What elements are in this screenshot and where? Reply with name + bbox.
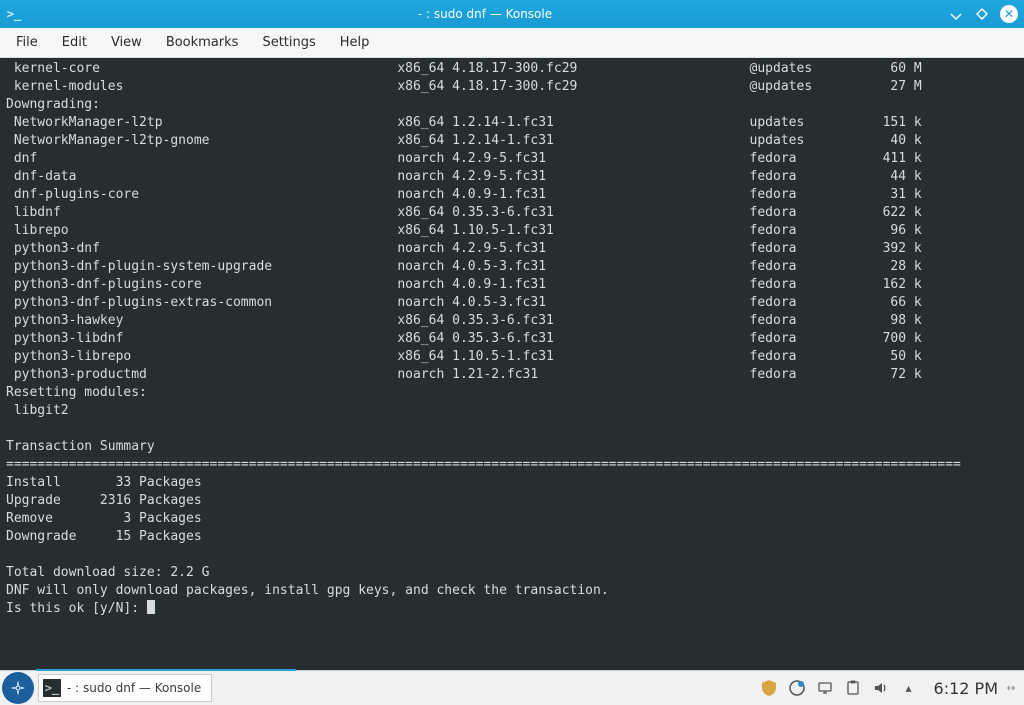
menu-edit[interactable]: Edit (62, 35, 87, 50)
menu-bookmarks[interactable]: Bookmarks (166, 35, 239, 50)
tray-expand-icon[interactable]: ▴ (900, 679, 918, 697)
scroll-indicator (36, 669, 296, 671)
window-controls: ✕ (948, 5, 1018, 23)
network-icon[interactable] (816, 679, 834, 697)
terminal-output[interactable]: kernel-core x86_64 4.18.17-300.fc29 @upd… (0, 58, 1024, 670)
terminal-cursor (147, 600, 155, 614)
task-entry-konsole[interactable]: >_ - : sudo dnf — Konsole (38, 674, 212, 702)
maximize-button[interactable] (974, 6, 990, 22)
menu-help[interactable]: Help (340, 35, 370, 50)
window-titlebar: >_ - : sudo dnf — Konsole ✕ (0, 0, 1024, 28)
close-button[interactable]: ✕ (1000, 5, 1018, 23)
start-button[interactable] (2, 672, 34, 704)
task-label: - : sudo dnf — Konsole (67, 681, 201, 695)
taskbar: >_ - : sudo dnf — Konsole ▴ 6:12 PM (0, 670, 1024, 705)
volume-icon[interactable] (872, 679, 890, 697)
menu-bar: File Edit View Bookmarks Settings Help (0, 28, 1024, 58)
clock[interactable]: 6:12 PM (926, 679, 1006, 698)
menu-view[interactable]: View (111, 35, 142, 50)
app-icon: >_ (6, 6, 22, 22)
show-desktop-icon[interactable] (1006, 679, 1024, 697)
menu-file[interactable]: File (16, 35, 38, 50)
updates-icon[interactable] (788, 679, 806, 697)
package-icon[interactable] (760, 679, 778, 697)
terminal-icon: >_ (43, 679, 61, 697)
minimize-button[interactable] (948, 6, 964, 22)
clipboard-icon[interactable] (844, 679, 862, 697)
menu-settings[interactable]: Settings (262, 35, 315, 50)
window-title: - : sudo dnf — Konsole (30, 7, 940, 21)
system-tray: ▴ (752, 679, 926, 697)
